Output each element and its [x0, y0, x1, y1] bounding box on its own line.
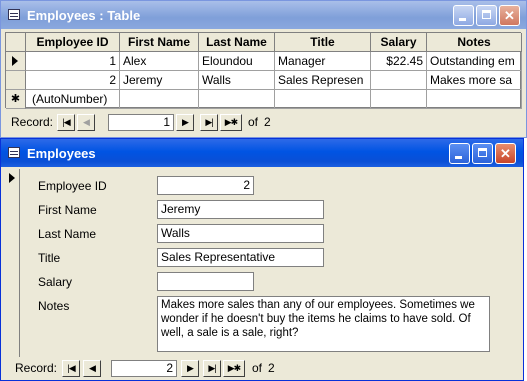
minimize-icon [455, 156, 462, 159]
record-label: Record: [11, 115, 54, 129]
cell-title[interactable]: Manager [275, 52, 371, 71]
new-record-button[interactable]: ▶✱ [223, 360, 245, 377]
cell-title[interactable]: Sales Represen [275, 71, 371, 90]
close-icon: ✕ [504, 8, 515, 23]
cell-last-name-new[interactable] [199, 90, 275, 109]
salary-field[interactable] [157, 272, 254, 291]
current-record-icon [9, 173, 15, 183]
cell-notes-new[interactable] [427, 90, 522, 109]
select-all-corner[interactable] [6, 33, 26, 52]
previous-record-button[interactable]: ◀ [77, 114, 95, 131]
first-record-button[interactable]: |◀ [57, 114, 75, 131]
record-label: Record: [15, 361, 58, 375]
record-selector-row-2[interactable] [6, 71, 26, 90]
first-name-field[interactable]: Jeremy [157, 200, 324, 219]
cell-salary[interactable] [371, 71, 427, 90]
of-label: of [252, 361, 263, 375]
notes-field[interactable]: Makes more sales than any of our employe… [157, 296, 490, 352]
record-total: 2 [268, 361, 275, 375]
close-button[interactable]: ✕ [499, 5, 520, 26]
datasheet-grid[interactable]: Employee ID First Name Last Name Title S… [5, 32, 522, 109]
form-window-titlebar[interactable]: Employees ✕ [1, 139, 523, 167]
datasheet-icon [8, 9, 20, 20]
table-record-navigator: Record: |◀ ◀ 1 ▶ ▶| ▶✱ of 2 [5, 111, 521, 133]
salary-label: Salary [38, 275, 73, 289]
current-record-icon [12, 56, 18, 66]
form-detail-section: Employee ID 2 First Name Jeremy Last Nam… [5, 169, 517, 361]
column-header-last-name[interactable]: Last Name [199, 33, 275, 52]
column-header-title[interactable]: Title [275, 33, 371, 52]
cell-notes[interactable]: Outstanding em [427, 52, 522, 71]
cell-first-name[interactable]: Alex [120, 52, 199, 71]
cell-first-name[interactable]: Jeremy [120, 71, 199, 90]
last-record-button[interactable]: ▶| [200, 114, 218, 131]
previous-record-button[interactable]: ◀ [83, 360, 101, 377]
form-record-navigator: Record: |◀ ◀ 2 ▶ ▶| ▶✱ of 2 [5, 357, 517, 379]
table-window-title: Employees : Table [27, 8, 141, 23]
of-label: of [248, 115, 259, 129]
column-header-employee-id[interactable]: Employee ID [26, 33, 120, 52]
form-record-selector[interactable] [5, 169, 20, 361]
maximize-icon [482, 10, 491, 19]
minimize-button[interactable] [449, 143, 470, 164]
last-name-label: Last Name [38, 227, 97, 241]
title-field[interactable]: Sales Representative [157, 248, 324, 267]
maximize-button[interactable] [476, 5, 497, 26]
minimize-icon [459, 18, 466, 21]
table-window[interactable]: Employees : Table ✕ Employee ID First Na… [0, 0, 527, 138]
record-number-spacer [95, 114, 107, 131]
next-record-button[interactable]: ▶ [176, 114, 194, 131]
cell-first-name-new[interactable] [120, 90, 199, 109]
last-name-field[interactable]: Walls [157, 224, 324, 243]
column-header-first-name[interactable]: First Name [120, 33, 199, 52]
last-record-button[interactable]: ▶| [203, 360, 221, 377]
cell-employee-id[interactable]: 1 [26, 52, 120, 71]
new-record-button[interactable]: ▶✱ [220, 114, 242, 131]
record-selector-row-1[interactable] [6, 52, 26, 71]
record-number-input[interactable]: 1 [108, 114, 174, 131]
form-icon [8, 147, 20, 158]
table-window-titlebar[interactable]: Employees : Table ✕ [1, 1, 526, 29]
column-header-notes[interactable]: Notes [427, 33, 522, 52]
cell-notes[interactable]: Makes more sa [427, 71, 522, 90]
record-number-input[interactable]: 2 [111, 360, 177, 377]
maximize-button[interactable] [472, 143, 493, 164]
cell-last-name[interactable]: Eloundou [199, 52, 275, 71]
record-selector-new-row[interactable]: ✱ [6, 90, 26, 109]
close-icon: ✕ [500, 146, 511, 161]
employee-id-label: Employee ID [38, 179, 107, 193]
first-record-button[interactable]: |◀ [62, 360, 80, 377]
column-header-salary[interactable]: Salary [371, 33, 427, 52]
cell-employee-id[interactable]: 2 [26, 71, 120, 90]
cell-salary-new[interactable] [371, 90, 427, 109]
form-window[interactable]: Employees ✕ Employee ID 2 First Name Jer… [0, 138, 524, 381]
cell-last-name[interactable]: Walls [199, 71, 275, 90]
new-record-icon: ✱ [10, 93, 21, 105]
close-button[interactable]: ✕ [495, 143, 516, 164]
notes-label: Notes [38, 299, 70, 313]
title-label: Title [38, 251, 61, 265]
cell-title-new[interactable] [275, 90, 371, 109]
employee-id-field[interactable]: 2 [157, 176, 254, 195]
cell-salary[interactable]: $22.45 [371, 52, 427, 71]
record-total: 2 [264, 115, 271, 129]
maximize-icon [478, 148, 487, 157]
cell-employee-id-new[interactable]: (AutoNumber) [26, 90, 120, 109]
minimize-button[interactable] [453, 5, 474, 26]
next-record-button[interactable]: ▶ [181, 360, 199, 377]
form-window-title: Employees [27, 146, 96, 161]
first-name-label: First Name [38, 203, 97, 217]
